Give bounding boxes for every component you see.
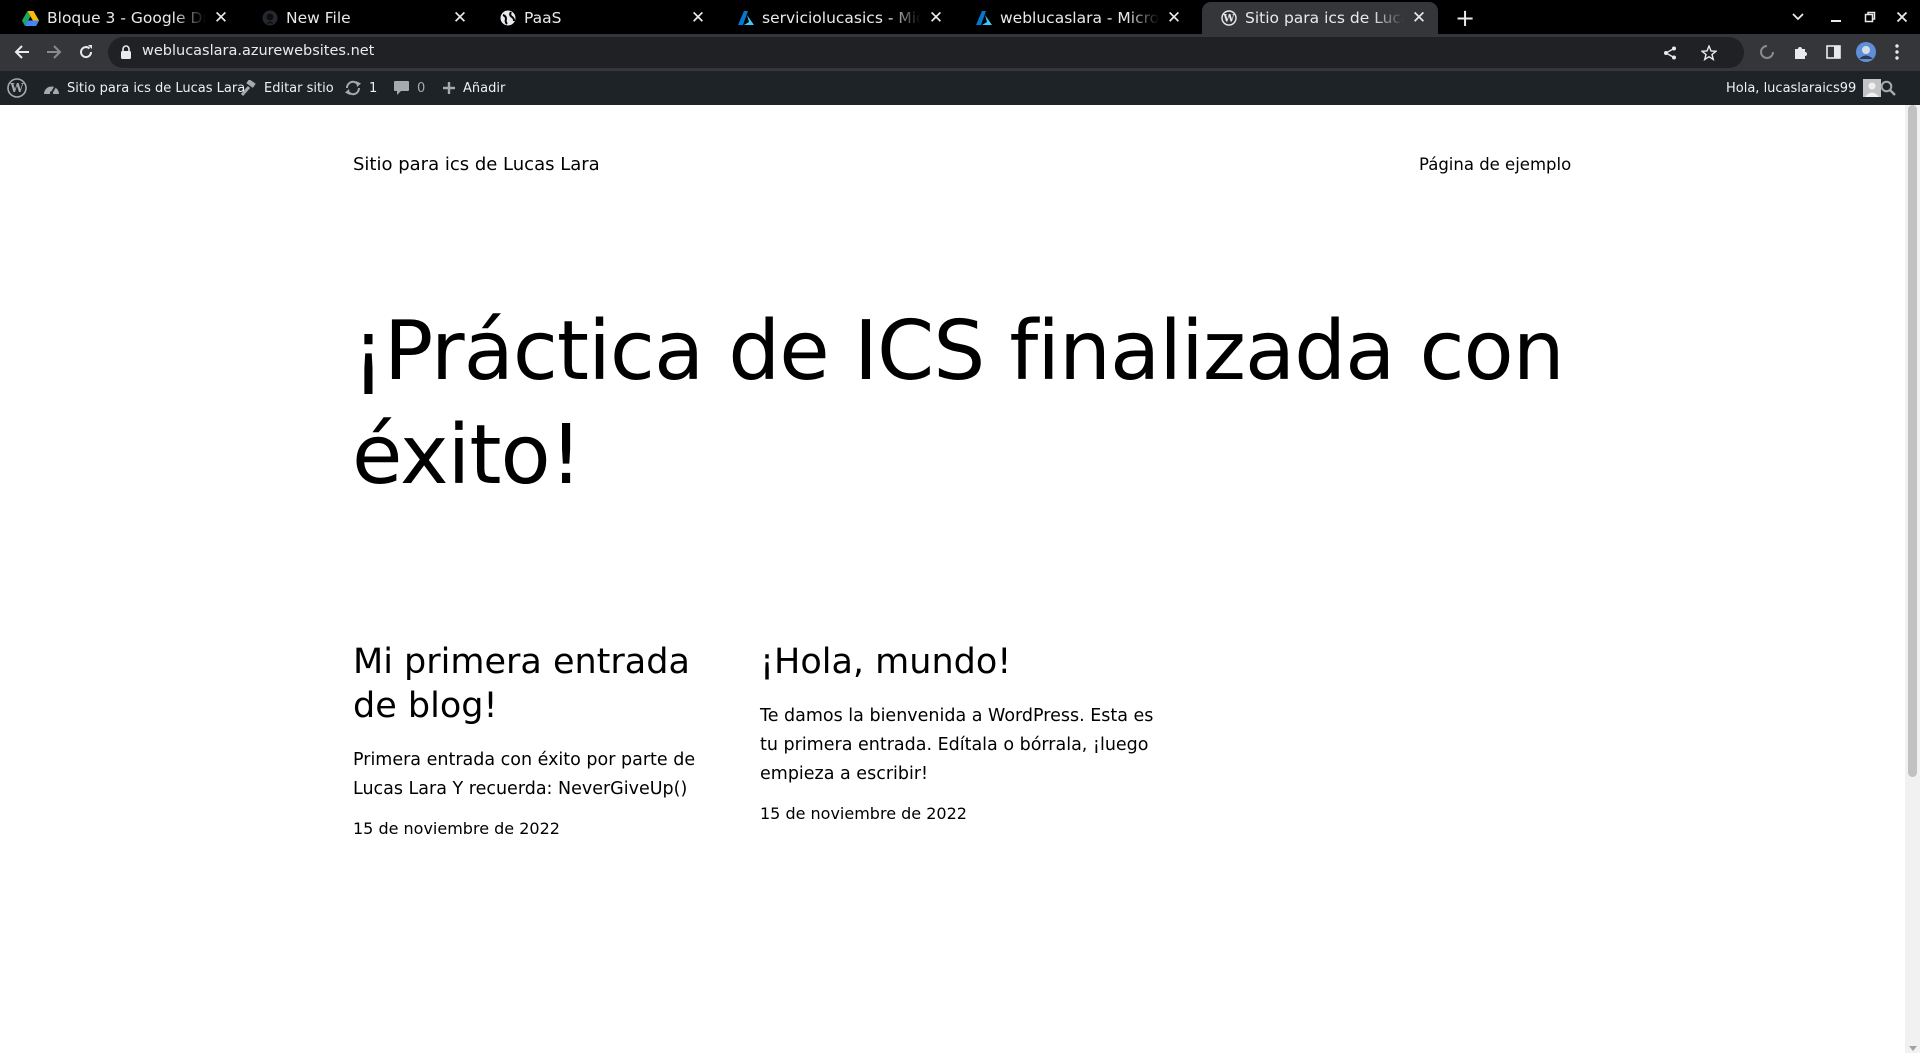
- admin-bar-greeting: Hola, lucaslaraics99: [1726, 80, 1857, 96]
- plus-icon: [442, 81, 456, 95]
- admin-bar-add-new[interactable]: Añadir: [442, 71, 505, 105]
- minimize-icon[interactable]: [1820, 4, 1852, 30]
- wordpress-icon: W: [1220, 10, 1237, 27]
- close-icon[interactable]: ✕: [1410, 8, 1428, 28]
- svg-text:W: W: [1222, 14, 1235, 25]
- new-tab-button[interactable]: +: [1452, 5, 1478, 31]
- tab-title: weblucaslara - Microsoft Azure: [1000, 9, 1159, 27]
- tab-azure-weblucaslara[interactable]: weblucaslara - Microsoft Azure ✕: [957, 2, 1193, 34]
- tab-search-chevron-icon[interactable]: [1782, 4, 1814, 30]
- post-excerpt: Primera entrada con éxito por parte de L…: [353, 750, 696, 799]
- tab-title: New File: [286, 9, 351, 27]
- browser-menu-icon[interactable]: [1884, 39, 1910, 65]
- update-icon: [344, 80, 362, 96]
- google-drive-icon: [22, 10, 39, 27]
- post-card: Mi primera entrada de blog! Primera entr…: [353, 640, 733, 838]
- admin-bar-edit-site[interactable]: Editar sitio: [240, 71, 334, 105]
- search-icon: [1880, 80, 1896, 96]
- wordpress-icon: W: [7, 78, 27, 98]
- nav-link-sample-page[interactable]: Página de ejemplo: [1419, 155, 1571, 174]
- wordpress-logo-menu[interactable]: W: [7, 71, 34, 105]
- lock-icon[interactable]: [120, 45, 134, 60]
- address-bar[interactable]: weblucaslara.azurewebsites.net: [108, 37, 1744, 68]
- extensions-puzzle-icon[interactable]: [1788, 39, 1814, 65]
- post-title[interactable]: ¡Hola, mundo!: [760, 640, 1160, 684]
- svg-text:W: W: [9, 81, 24, 95]
- tab-azure-servicio[interactable]: serviciolucasics - Microsoft Azure ✕: [719, 2, 955, 34]
- bookmark-star-icon[interactable]: [1698, 42, 1720, 64]
- url-text[interactable]: weblucaslara.azurewebsites.net: [142, 43, 374, 59]
- wp-admin-bar: W Sitio para ics de Lucas Lara Editar si…: [0, 71, 1920, 105]
- github-icon: [261, 10, 278, 27]
- post-title[interactable]: Mi primera entrada de blog!: [353, 640, 733, 728]
- side-panel-icon[interactable]: [1820, 39, 1846, 65]
- admin-bar-updates[interactable]: 1: [344, 71, 377, 105]
- tab-wordpress-site[interactable]: W Sitio para ics de Lucas Lara ✕: [1202, 2, 1438, 34]
- avatar: [1863, 79, 1882, 97]
- admin-bar-search[interactable]: [1880, 71, 1903, 105]
- window-close-icon[interactable]: [1886, 4, 1918, 30]
- updates-count: 1: [369, 80, 378, 96]
- comments-count: 0: [417, 80, 426, 96]
- admin-bar-comments[interactable]: 0: [393, 71, 425, 105]
- back-arrow-icon[interactable]: [8, 38, 36, 66]
- reload-icon[interactable]: [72, 38, 100, 66]
- admin-bar-add-label: Añadir: [463, 80, 506, 96]
- tab-title: Bloque 3 - Google Drive: [47, 9, 206, 27]
- browser-toolbar: weblucaslara.azurewebsites.net: [0, 34, 1920, 71]
- site-title[interactable]: Sitio para ics de Lucas Lara: [353, 154, 600, 175]
- close-icon[interactable]: ✕: [1165, 8, 1183, 28]
- extension-loading-icon[interactable]: [1754, 39, 1780, 65]
- admin-bar-edit-label: Editar sitio: [264, 80, 334, 96]
- browser-tab-strip: Bloque 3 - Google Drive ✕ New File ✕ Paa…: [0, 0, 1920, 34]
- restore-icon[interactable]: [1854, 4, 1886, 30]
- close-icon[interactable]: ✕: [689, 8, 707, 28]
- tab-google-drive[interactable]: Bloque 3 - Google Drive ✕: [4, 2, 240, 34]
- hammer-icon: [240, 79, 257, 97]
- share-icon[interactable]: [1659, 42, 1681, 64]
- tab-title: Sitio para ics de Lucas Lara: [1245, 9, 1404, 27]
- azure-icon: [975, 10, 992, 27]
- post-card: ¡Hola, mundo! Te damos la bienvenida a W…: [760, 640, 1160, 823]
- page-content: Sitio para ics de Lucas Lara Página de e…: [0, 105, 1905, 1053]
- close-icon[interactable]: ✕: [927, 8, 945, 28]
- close-icon[interactable]: ✕: [212, 8, 230, 28]
- tab-paas[interactable]: PaaS ✕: [481, 2, 717, 34]
- post-date[interactable]: 15 de noviembre de 2022: [760, 804, 1160, 823]
- comment-bubble-icon: [393, 80, 410, 96]
- scroll-down-arrow-icon[interactable]: [1909, 1046, 1917, 1051]
- dashboard-icon: [43, 81, 60, 96]
- page-scrollbar[interactable]: [1905, 105, 1920, 1053]
- scrollbar-thumb[interactable]: [1908, 105, 1917, 777]
- profile-avatar-icon[interactable]: [1853, 39, 1879, 65]
- admin-bar-site-label: Sitio para ics de Lucas Lara: [67, 80, 246, 96]
- post-excerpt: Te damos la bienvenida a WordPress. Esta…: [760, 706, 1154, 784]
- azure-icon: [737, 10, 754, 27]
- post-date[interactable]: 15 de noviembre de 2022: [353, 819, 733, 838]
- admin-bar-account[interactable]: Hola, lucaslaraics99: [1726, 71, 1882, 105]
- close-icon[interactable]: ✕: [451, 8, 469, 28]
- tab-title: serviciolucasics - Microsoft Azure: [762, 9, 921, 27]
- globe-icon: [499, 10, 516, 27]
- admin-bar-site-name[interactable]: Sitio para ics de Lucas Lara: [43, 71, 245, 105]
- tab-new-file[interactable]: New File ✕: [243, 2, 479, 34]
- hero-heading: ¡Práctica de ICS finalizada con éxito!: [352, 304, 1565, 503]
- forward-arrow-icon[interactable]: [40, 38, 68, 66]
- tab-title: PaaS: [524, 9, 562, 27]
